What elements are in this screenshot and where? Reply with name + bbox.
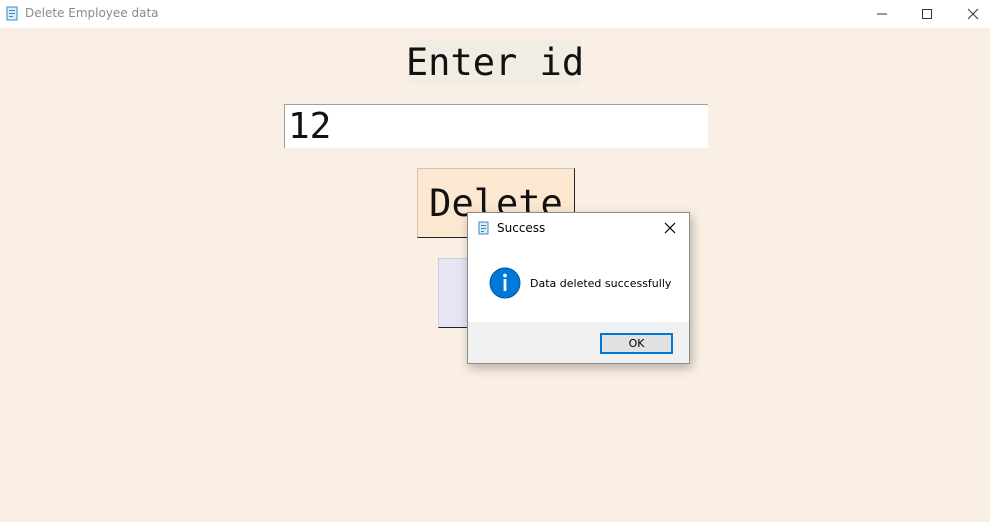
window-titlebar: Delete Employee data bbox=[0, 0, 990, 28]
info-icon bbox=[489, 267, 521, 299]
app-icon bbox=[6, 6, 18, 21]
minimize-button[interactable] bbox=[859, 0, 905, 28]
success-dialog: Success Data deleted successfully OK bbox=[467, 212, 690, 364]
maximize-button[interactable] bbox=[904, 0, 950, 28]
close-icon bbox=[967, 8, 979, 20]
maximize-icon bbox=[922, 9, 932, 19]
window-title: Delete Employee data bbox=[25, 6, 159, 20]
dialog-footer: OK bbox=[468, 322, 689, 363]
enter-id-label: Enter id bbox=[405, 40, 585, 84]
minimize-icon bbox=[877, 13, 887, 15]
close-button[interactable] bbox=[950, 0, 990, 28]
id-input[interactable] bbox=[284, 104, 708, 148]
close-icon bbox=[664, 222, 676, 234]
dialog-close-button[interactable] bbox=[658, 217, 682, 239]
dialog-message: Data deleted successfully bbox=[530, 277, 672, 290]
dialog-title: Success bbox=[497, 221, 546, 235]
ok-button[interactable]: OK bbox=[600, 333, 673, 354]
dialog-titlebar: Success bbox=[468, 213, 689, 243]
dialog-app-icon bbox=[478, 221, 489, 235]
